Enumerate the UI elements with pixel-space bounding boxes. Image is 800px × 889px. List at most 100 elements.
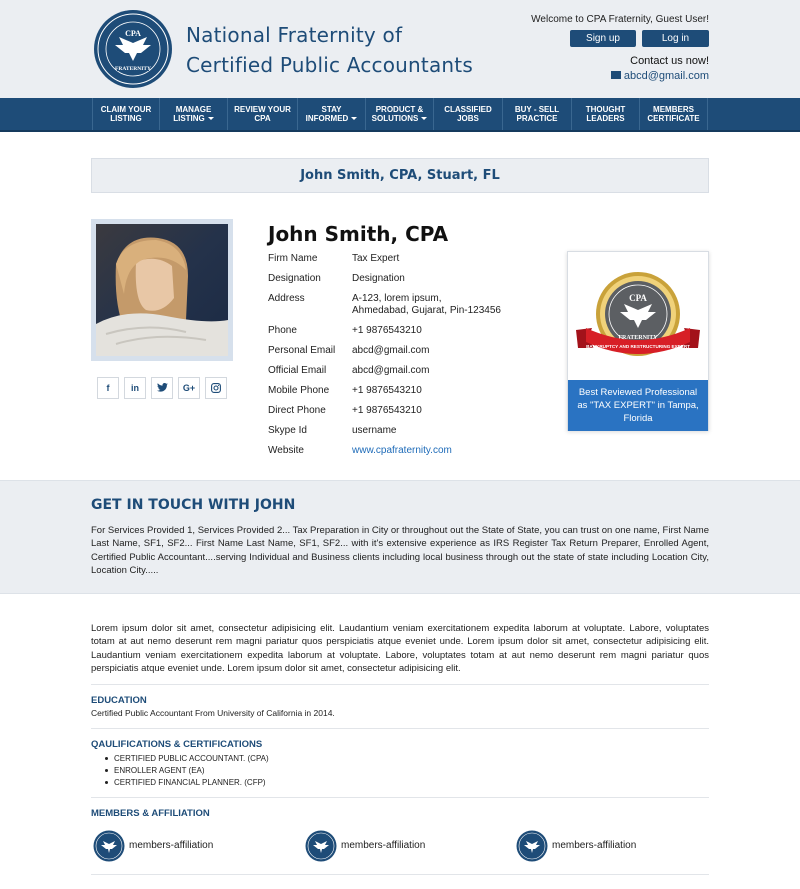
facebook-icon[interactable]: f <box>97 377 119 399</box>
nav-label-line1: BUY - SELL <box>514 105 560 114</box>
detail-row-official-email: Official Email abcd@gmail.com <box>268 365 538 377</box>
detail-row-address: Address A-123, lorem ipsum, Ahmedabad, Guj… <box>268 293 538 317</box>
members-title: MEMBERS & AFFILIATION <box>91 808 210 819</box>
education-title: EDUCATION <box>91 695 147 706</box>
nav-label-line1: PRODUCT & <box>375 105 424 114</box>
site-title: National Fraternity of Certified Public … <box>186 20 473 80</box>
nav-label-line2: CERTIFICATE <box>647 114 700 123</box>
signup-button[interactable]: Sign up <box>570 30 636 47</box>
nav-label-line1: CLASSIFIED <box>444 105 492 114</box>
twitter-icon[interactable] <box>151 377 173 399</box>
detail-value: A-123, lorem ipsum, Ahmedabad, Gujarat, P… <box>352 293 538 317</box>
list-item: CERTIFIED PUBLIC ACCOUNTANT. (CPA) <box>105 753 269 765</box>
nav-classified-jobs[interactable]: CLASSIFIED JOBS <box>434 98 503 130</box>
website-link[interactable]: www.cpafraternity.com <box>352 445 538 457</box>
nav-product-solutions[interactable]: PRODUCT & SOLUTIONS <box>366 98 434 130</box>
detail-value: +1 9876543210 <box>352 405 422 416</box>
member-affiliation-label: members-affiliation <box>552 840 637 851</box>
nav-label-line2: LISTING <box>110 114 142 123</box>
address-line2: Ahmedabad, Gujarat, Pin-123456 <box>352 305 501 316</box>
detail-value: +1 9876543210 <box>352 325 422 336</box>
divider <box>91 797 709 798</box>
detail-label: Phone <box>268 325 297 336</box>
detail-value: Tax Expert <box>352 253 400 264</box>
envelope-icon <box>610 71 621 79</box>
social-links: f in G+ <box>97 377 229 399</box>
linkedin-icon[interactable]: in <box>124 377 146 399</box>
caret-down-icon <box>351 117 358 121</box>
detail-label: Direct Phone <box>268 405 326 416</box>
detail-row-firm: Firm Name Tax Expert <box>268 253 538 265</box>
detail-row-phone: Phone +1 9876543210 <box>268 325 538 337</box>
profile-photo <box>96 224 228 356</box>
bullet-icon <box>105 757 108 761</box>
detail-row-website: Website www.cpafraternity.com <box>268 445 538 457</box>
affiliation-logo-icon <box>516 830 548 862</box>
member-affiliation-label: members-affiliation <box>129 840 214 851</box>
get-in-touch-text: For Services Provided 1, Services Provid… <box>91 525 709 576</box>
qualifications-title: QAULIFICATIONS & CERTIFICATIONS <box>91 739 263 750</box>
nav-label-line1: MEMBERS <box>653 105 694 114</box>
google-plus-icon[interactable]: G+ <box>178 377 200 399</box>
profile-details: Firm Name Tax Expert Designation Designati… <box>268 253 538 465</box>
about-text: Lorem ipsum dolor sit amet, consectetur … <box>91 623 709 674</box>
get-in-touch-title: GET IN TOUCH WITH JOHN <box>91 497 296 513</box>
nav-stay-informed[interactable]: STAY INFORMED <box>298 98 366 130</box>
detail-row-direct-phone: Direct Phone +1 9876543210 <box>268 405 538 417</box>
instagram-icon[interactable] <box>205 377 227 399</box>
nav-members-certificate[interactable]: MEMBERS CERTIFICATE <box>640 98 708 130</box>
nav-buy-sell-practice[interactable]: BUY - SELL PRACTICE <box>503 98 572 130</box>
detail-value: Designation <box>352 273 405 284</box>
nav-label-line1: STAY <box>321 105 342 114</box>
award-text: Best Reviewed Professional as "TAX EXPER… <box>568 380 708 431</box>
welcome-text: Welcome to CPA Fraternity, Guest User! <box>531 14 709 25</box>
award-badge-card: CPA FRATERNITY BANKRUPTCY AND RESTRUCTUR… <box>567 251 709 431</box>
header-email: abcd@gmail.com <box>623 70 709 82</box>
detail-label: Firm Name <box>268 253 318 264</box>
site-title-line2: Certified Public Accountants <box>186 53 473 77</box>
site-title-line1: National Fraternity of <box>186 23 403 47</box>
nav-review-cpa[interactable]: REVIEW YOUR CPA <box>228 98 298 130</box>
divider <box>91 728 709 729</box>
bullet-icon <box>105 781 108 785</box>
divider <box>91 684 709 685</box>
logo-text-bottom: FRATERNITY <box>115 66 151 72</box>
header-email-link[interactable]: abcd@gmail.com <box>610 70 709 82</box>
detail-label: Mobile Phone <box>268 385 330 396</box>
nav-label-line2: JOBS <box>457 114 479 123</box>
detail-label: Personal Email <box>268 345 336 356</box>
affiliation-logo-icon <box>305 830 337 862</box>
logo-text-top: CPA <box>125 29 141 38</box>
nav-label-line2: LEADERS <box>586 114 625 123</box>
detail-row-personal-email: Personal Email abcd@gmail.com <box>268 345 538 357</box>
cpa-fraternity-logo[interactable]: CPA FRATERNITY <box>93 9 173 89</box>
detail-label: Address <box>268 293 305 304</box>
nav-label-line1: REVIEW YOUR <box>234 105 291 114</box>
nav-label-line1: THOUGHT <box>585 105 626 114</box>
nav-label-line1: CLAIM YOUR <box>100 105 152 114</box>
get-in-touch-section: GET IN TOUCH WITH JOHN For Services Prov… <box>0 480 800 594</box>
qualification-label: CERTIFIED PUBLIC ACCOUNTANT. (CPA) <box>114 754 269 763</box>
detail-label: Official Email <box>268 365 327 376</box>
nav-manage-listing[interactable]: MANAGE LISTING <box>160 98 228 130</box>
detail-value: abcd@gmail.com <box>352 365 430 376</box>
award-seal-icon: CPA FRATERNITY BANKRUPTCY AND RESTRUCTUR… <box>576 272 700 356</box>
divider <box>91 874 709 875</box>
list-item: ENROLLER AGENT (EA) <box>105 765 269 777</box>
nav-claim-listing[interactable]: CLAIM YOUR LISTING <box>92 98 160 130</box>
nav-label-line2: PRACTICE <box>516 114 558 123</box>
detail-value: abcd@gmail.com <box>352 345 430 356</box>
detail-value: +1 9876543210 <box>352 385 422 396</box>
nav-label-line2: CPA <box>254 114 271 123</box>
detail-row-designation: Designation Designation <box>268 273 538 285</box>
bullet-icon <box>105 769 108 773</box>
detail-row-mobile: Mobile Phone +1 9876543210 <box>268 385 538 397</box>
detail-label: Designation <box>268 273 321 284</box>
nav-label-line2: LISTING <box>173 114 205 123</box>
affiliation-logo-icon <box>93 830 125 862</box>
main-nav: CLAIM YOUR LISTING MANAGE LISTING REVIEW… <box>0 98 800 132</box>
nav-thought-leaders[interactable]: THOUGHT LEADERS <box>572 98 640 130</box>
login-button[interactable]: Log in <box>642 30 709 47</box>
nav-label-line2: INFORMED <box>305 114 349 123</box>
member-affiliation-label: members-affiliation <box>341 840 426 851</box>
